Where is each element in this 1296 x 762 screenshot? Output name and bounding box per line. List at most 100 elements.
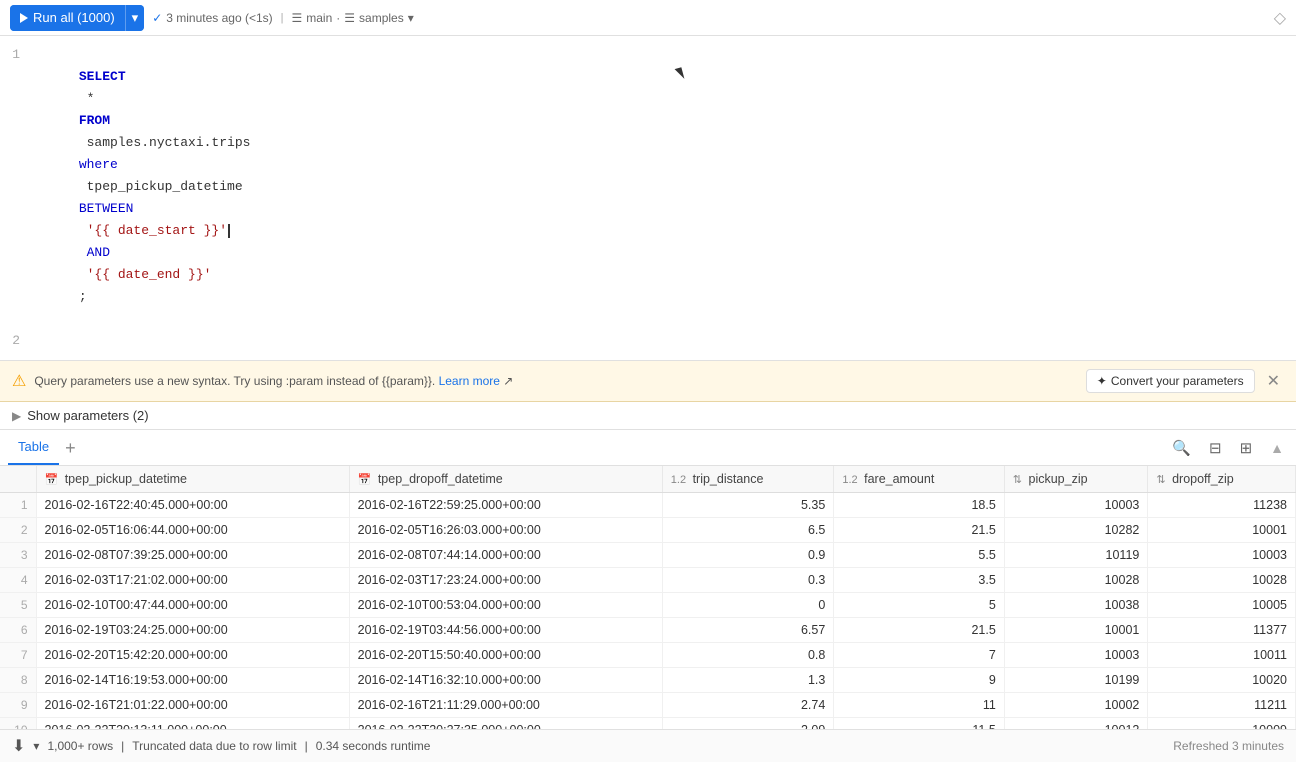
cell-pickup: 2016-02-10T00:47:44.000+00:00 (36, 593, 349, 618)
cell-dist: 2.74 (662, 693, 834, 718)
convert-parameters-button[interactable]: ✦ Convert your parameters (1086, 369, 1255, 393)
cell-dropoff: 2016-02-22T20:27:35.000+00:00 (349, 718, 662, 730)
cell-dist: 6.5 (662, 518, 834, 543)
col-header-pickup[interactable]: 📅 tpep_pickup_datetime (36, 466, 349, 493)
cell-pickup: 2016-02-08T07:39:25.000+00:00 (36, 543, 349, 568)
cell-pickup-zip: 10012 (1004, 718, 1148, 730)
run-main[interactable]: Run all (1000) (10, 5, 125, 31)
refreshed-info: Refreshed 3 minutes (1173, 739, 1284, 753)
table-body: 1 2016-02-16T22:40:45.000+00:00 2016-02-… (0, 493, 1296, 730)
cell-dropoff: 2016-02-16T21:11:29.000+00:00 (349, 693, 662, 718)
cell-dist: 0.8 (662, 643, 834, 668)
tab-table[interactable]: Table (8, 430, 59, 465)
add-tab-button[interactable]: + (59, 439, 82, 457)
runtime-info: 0.34 seconds runtime (316, 739, 431, 753)
line-content-2 (32, 330, 1288, 352)
col-header-dropoff[interactable]: 📅 tpep_dropoff_datetime (349, 466, 662, 493)
col-header-fare[interactable]: 1.2 fare_amount (834, 466, 1004, 493)
toolbar-right: ◇ (1274, 8, 1286, 28)
cell-dist: 6.57 (662, 618, 834, 643)
row-num: 3 (0, 543, 36, 568)
run-label: Run all (1000) (33, 10, 115, 25)
results-table-container[interactable]: 📅 tpep_pickup_datetime 📅 tpep_dropoff_da… (0, 466, 1296, 729)
cell-dropoff: 2016-02-19T03:44:56.000+00:00 (349, 618, 662, 643)
cell-dropoff: 2016-02-20T15:50:40.000+00:00 (349, 643, 662, 668)
table-row: 2 2016-02-05T16:06:44.000+00:00 2016-02-… (0, 518, 1296, 543)
columns-button[interactable]: ⊞ (1236, 435, 1257, 461)
toolbar: Run all (1000) ▾ ✓ 3 minutes ago (<1s) |… (0, 0, 1296, 36)
cell-fare: 5.5 (834, 543, 1004, 568)
cell-dropoff-zip: 11211 (1148, 693, 1296, 718)
cell-fare: 11.5 (834, 718, 1004, 730)
footer-chevron-button[interactable]: ▾ (33, 739, 39, 753)
cell-dropoff-zip: 10028 (1148, 568, 1296, 593)
int-icon-1: ⇅ (1013, 474, 1022, 486)
dropdown-arrow: ▾ (408, 11, 414, 25)
dot-sep: · (336, 11, 340, 25)
close-warning-button[interactable]: ✕ (1263, 371, 1284, 391)
search-button[interactable]: 🔍 (1168, 435, 1195, 461)
download-button[interactable]: ⬇ (12, 736, 25, 756)
str-date-end: '{{ date_end }}' (79, 267, 212, 282)
cell-pickup-zip: 10002 (1004, 693, 1148, 718)
cell-fare: 5 (834, 593, 1004, 618)
timestamp: 3 minutes ago (<1s) (166, 11, 272, 25)
table-row: 8 2016-02-14T16:19:53.000+00:00 2016-02-… (0, 668, 1296, 693)
col-header-dropoff-zip[interactable]: ⇅ dropoff_zip (1148, 466, 1296, 493)
cell-dropoff: 2016-02-03T17:23:24.000+00:00 (349, 568, 662, 593)
num-icon-2: 1.2 (842, 474, 857, 486)
cell-dropoff-zip: 10003 (1148, 543, 1296, 568)
convert-icon: ✦ (1097, 374, 1107, 388)
table-row: 6 2016-02-19T03:24:25.000+00:00 2016-02-… (0, 618, 1296, 643)
show-parameters-row[interactable]: ▶ Show parameters (2) (0, 402, 1296, 430)
learn-more-link[interactable]: Learn more (439, 374, 500, 388)
table-row: 7 2016-02-20T15:42:20.000+00:00 2016-02-… (0, 643, 1296, 668)
table-row: 4 2016-02-03T17:21:02.000+00:00 2016-02-… (0, 568, 1296, 593)
col-name-pickup-zip: pickup_zip (1029, 472, 1088, 486)
filter-button[interactable]: ⊟ (1205, 435, 1226, 461)
table-ref: samples.nyctaxi.trips (79, 135, 258, 150)
row-num: 10 (0, 718, 36, 730)
warning-message: Query parameters use a new syntax. Try u… (34, 374, 435, 388)
toolbar-meta: ✓ 3 minutes ago (<1s) (152, 11, 272, 25)
editor-line-1: 1 SELECT * FROM samples.nyctaxi.trips wh… (0, 44, 1296, 330)
cell-pickup: 2016-02-22T20:13:11.000+00:00 (36, 718, 349, 730)
cell-fare: 9 (834, 668, 1004, 693)
kw-select: SELECT (79, 69, 126, 84)
row-num: 1 (0, 493, 36, 518)
run-arrow[interactable]: ▾ (125, 5, 145, 31)
row-num: 4 (0, 568, 36, 593)
main-label: main (306, 11, 332, 25)
col-name-pickup: tpep_pickup_datetime (65, 472, 187, 486)
diamond-icon: ◇ (1274, 10, 1286, 27)
tabs-actions: 🔍 ⊟ ⊞ ▲ (1168, 435, 1288, 461)
editor-line-2: 2 (0, 330, 1296, 352)
cell-pickup: 2016-02-16T21:01:22.000+00:00 (36, 693, 349, 718)
collapse-button[interactable]: ▲ (1266, 436, 1288, 460)
cell-pickup-zip: 10001 (1004, 618, 1148, 643)
col-header-pickup-zip[interactable]: ⇅ pickup_zip (1004, 466, 1148, 493)
cell-dropoff-zip: 11377 (1148, 618, 1296, 643)
cell-dropoff: 2016-02-05T16:26:03.000+00:00 (349, 518, 662, 543)
external-icon: ↗ (503, 374, 513, 388)
col-name-dropoff: tpep_dropoff_datetime (378, 472, 503, 486)
cell-dropoff-zip: 10011 (1148, 643, 1296, 668)
cell-dropoff-zip: 10001 (1148, 518, 1296, 543)
run-all-button[interactable]: Run all (1000) ▾ (10, 5, 144, 31)
col-ref: tpep_pickup_datetime (79, 179, 251, 194)
row-number-header (0, 466, 36, 493)
semicolon: ; (79, 289, 87, 304)
col-name-dist: trip_distance (693, 472, 764, 486)
footer-separator-2: | (305, 739, 308, 753)
catalog-icon: ☰ (344, 11, 355, 25)
line-number-2: 2 (8, 330, 32, 352)
table-row: 5 2016-02-10T00:47:44.000+00:00 2016-02-… (0, 593, 1296, 618)
col-header-dist[interactable]: 1.2 trip_distance (662, 466, 834, 493)
line-number-1: 1 (8, 44, 32, 66)
check-icon: ✓ (152, 11, 162, 25)
table-row: 9 2016-02-16T21:01:22.000+00:00 2016-02-… (0, 693, 1296, 718)
kw-and: AND (79, 245, 110, 260)
cell-dropoff-zip: 10009 (1148, 718, 1296, 730)
cell-pickup: 2016-02-16T22:40:45.000+00:00 (36, 493, 349, 518)
sql-editor[interactable]: 1 SELECT * FROM samples.nyctaxi.trips wh… (0, 36, 1296, 361)
